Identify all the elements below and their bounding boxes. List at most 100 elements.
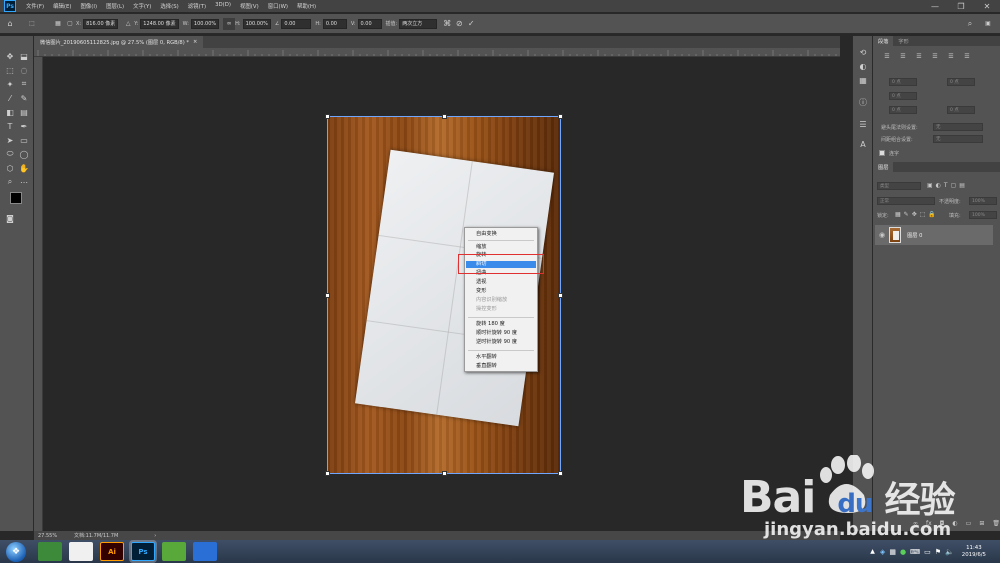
menu-item-flip-vertical[interactable]: 垂直翻转 [466,363,536,370]
link-icon[interactable]: ∞ [223,17,236,30]
taskbar-app-green[interactable] [162,542,186,561]
menu-file[interactable]: 文件(F) [26,2,44,10]
info-icon[interactable]: ⓘ [857,96,869,108]
minimize-button[interactable]: — [922,0,948,12]
spacing-select[interactable]: 无 [933,135,983,143]
menu-edit[interactable]: 编辑(E) [53,2,71,10]
status-arrow-icon[interactable]: › [154,533,156,539]
menu-filter[interactable]: 滤镜(T) [188,2,206,10]
transform-handle[interactable] [558,471,563,476]
menu-view[interactable]: 视图(V) [240,2,259,10]
tray-keyboard-icon[interactable]: ⌨ [910,548,920,556]
workspace-icon[interactable]: ▣ [982,18,994,30]
start-button[interactable]: ❖ [6,541,26,562]
tab-glyphs[interactable]: 字形 [893,36,913,46]
indent-left-field[interactable]: 0 点 [889,78,917,86]
blend-mode-select[interactable]: 正常 [877,197,935,205]
type-tool-icon[interactable]: T [4,120,16,132]
lock-paint-icon[interactable]: ✎ [904,211,909,218]
smart-filter-icon[interactable]: ▤ [959,182,965,189]
search-icon[interactable]: ⌕ [964,18,976,30]
tray-up-arrow-icon[interactable]: ▲ [870,548,875,555]
menu-item-rotate-90-ccw[interactable]: 逆时针旋转 90 度 [466,339,536,346]
angle-input[interactable]: 0.00 [281,18,312,29]
lock-transparent-icon[interactable]: ▦ [895,211,901,218]
tab-layers[interactable]: 图层 [873,162,894,172]
warp-mode-icon[interactable]: ⌘ [441,18,453,30]
transform-handle[interactable] [442,114,447,119]
tray-volume-icon[interactable]: 🔈 [945,548,954,556]
tray-network-icon[interactable]: ▦ [889,548,896,556]
space-after-field[interactable]: 0 点 [947,106,975,114]
zoom-level[interactable]: 27.55% [38,533,74,539]
restore-button[interactable]: ❐ [948,0,974,12]
y-input[interactable]: 1248.00 像素 [140,18,179,29]
interp-select[interactable]: 两次立方 [399,18,438,29]
pen-tool-icon[interactable]: ✒ [18,120,30,132]
tab-paragraph[interactable]: 段落 [873,36,894,46]
move-tool-icon[interactable]: ✥ [4,50,16,62]
reference-toggle-icon[interactable]: ▢ [64,18,76,30]
fill-input[interactable]: 100% [969,211,997,219]
close-button[interactable]: ✕ [974,0,1000,12]
align-right-icon[interactable]: ☰ [913,50,925,62]
shape-filter-icon[interactable]: ▢ [951,182,957,189]
triangle-icon[interactable]: △ [122,18,134,30]
menu-layer[interactable]: 图层(L) [106,2,124,10]
taskbar-photoshop[interactable]: Ps [131,542,155,561]
transform-handle[interactable] [558,293,563,298]
eyedropper-icon[interactable]: ⁄ [4,92,16,104]
menu-type[interactable]: 文字(Y) [133,2,151,10]
menu-item-free-transform[interactable]: 自由变换 [466,231,536,238]
tray-display-icon[interactable]: ▭ [924,548,931,556]
adjust-filter-icon[interactable]: ◐ [936,182,941,189]
history-icon[interactable]: ⟲ [857,46,869,58]
3d-tool-icon[interactable]: ⬡ [4,162,16,174]
taskbar-app-blue[interactable] [193,542,217,561]
menu-item-flip-horizontal[interactable]: 水平翻转 [466,354,536,361]
circle-tool-icon[interactable]: ◯ [18,148,30,160]
type-filter-icon[interactable]: T [944,182,948,189]
menu-item-perspective[interactable]: 透视 [466,279,536,286]
justify-left-icon[interactable]: ☰ [929,50,941,62]
menu-window[interactable]: 窗口(W) [268,2,288,10]
color-icon[interactable]: ◐ [857,60,869,72]
taskbar-clock[interactable]: 11:43 2019/6/5 [962,545,986,559]
menu-3d[interactable]: 3D(D) [215,2,231,10]
first-line-indent-field[interactable]: 0 点 [889,92,917,100]
x-input[interactable]: 816.00 像素 [83,18,119,29]
menu-item-rotate-180[interactable]: 旋转 180 度 [466,321,536,328]
transform-preset-icon[interactable]: ⬚ [26,18,38,30]
zoom-tool-icon[interactable]: ⌕ [4,176,16,188]
cancel-transform-icon[interactable]: ⊘ [453,18,465,30]
lock-move-icon[interactable]: ✥ [912,211,917,218]
transform-handle[interactable] [325,293,330,298]
swatches-icon[interactable]: ▦ [857,74,869,86]
lasso-tool-icon[interactable]: ◌ [18,64,30,76]
space-before-field[interactable]: 0 点 [889,106,917,114]
align-center-icon[interactable]: ☰ [897,50,909,62]
menu-select[interactable]: 选择(S) [160,2,178,10]
layer-row[interactable]: ◉ 图层 0 [875,225,993,245]
lock-all-icon[interactable]: 🔒 [928,211,935,218]
transform-handle[interactable] [325,114,330,119]
tray-chat-icon[interactable]: ● [900,548,906,556]
artboard-tool-icon[interactable]: ⬓ [18,50,30,62]
tab-close-icon[interactable]: × [193,39,197,45]
menu-help[interactable]: 帮助(H) [297,2,316,10]
eraser-tool-icon[interactable]: ◧ [4,106,16,118]
hskew-input[interactable]: 0.00 [322,18,347,29]
crop-tool-icon[interactable]: ⌗ [18,78,30,90]
document-tab[interactable]: 微信图片_20190605112825.jpg @ 27.5% (图层 0, R… [34,36,204,48]
ellipse-tool-icon[interactable]: ⬭ [4,148,16,160]
hyphenation-select[interactable]: 无 [933,123,983,131]
gradient-tool-icon[interactable]: ▤ [18,106,30,118]
align-left-icon[interactable]: ☰ [881,50,893,62]
lock-artboard-icon[interactable]: ⬚ [920,211,926,218]
taskbar-illustrator[interactable]: Ai [100,542,124,561]
indent-right-field[interactable]: 0 点 [947,78,975,86]
vskew-input[interactable]: 0.00 [357,18,382,29]
shape-tool-icon[interactable]: ▭ [18,134,30,146]
transform-handle[interactable] [558,114,563,119]
menu-item-warp[interactable]: 变形 [466,288,536,295]
